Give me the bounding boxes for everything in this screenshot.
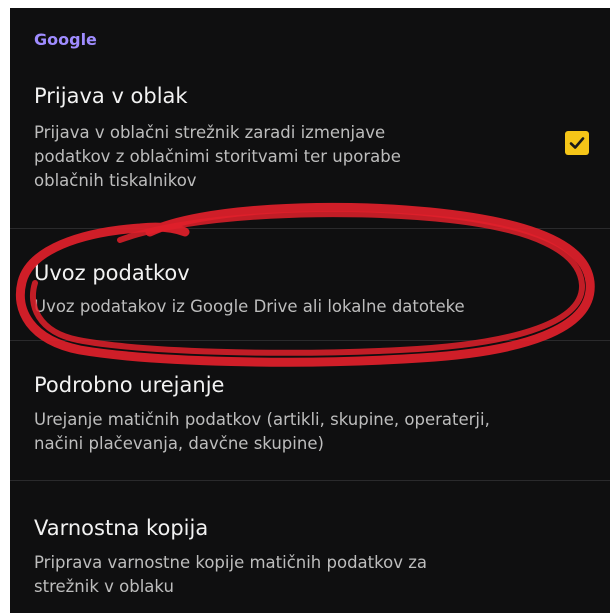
cloud-login-checkbox[interactable] [565, 131, 589, 155]
pref-summary: Priprava varnostne kopije matičnih podat… [34, 551, 427, 599]
pref-title: Uvoz podatkov [34, 261, 190, 285]
pref-backup[interactable]: Varnostna kopija Priprava varnostne kopi… [10, 481, 610, 613]
pref-summary-line: podatkov z oblačnimi storitvami ter upor… [34, 147, 401, 166]
pref-summary-line: strežnik v oblaku [34, 577, 174, 596]
pref-summary-line: Uvoz podatakov iz Google Drive ali lokal… [34, 297, 465, 316]
pref-summary: Prijava v oblačni strežnik zaradi izmenj… [34, 121, 401, 193]
pref-detailed-editing[interactable]: Podrobno urejanje Urejanje matičnih poda… [10, 341, 610, 481]
pref-summary-line: načini plačevanja, davčne skupine) [34, 434, 324, 453]
pref-cloud-login[interactable]: Prijava v oblak Prijava v oblačni strežn… [10, 8, 610, 228]
pref-summary-line: Prijava v oblačni strežnik zaradi izmenj… [34, 123, 386, 142]
pref-title: Varnostna kopija [34, 516, 209, 540]
pref-data-import[interactable]: Uvoz podatkov Uvoz podatakov iz Google D… [10, 229, 610, 339]
pref-title: Podrobno urejanje [34, 373, 225, 397]
checkmark-icon [569, 137, 585, 149]
pref-summary-line: Urejanje matičnih podatkov (artikli, sku… [34, 410, 490, 429]
pref-summary: Uvoz podatakov iz Google Drive ali lokal… [34, 295, 465, 319]
pref-summary-line: oblačnih tiskalnikov [34, 171, 197, 190]
pref-summary-line: Priprava varnostne kopije matičnih podat… [34, 553, 427, 572]
pref-title: Prijava v oblak [34, 84, 188, 108]
pref-summary: Urejanje matičnih podatkov (artikli, sku… [34, 408, 490, 456]
settings-screen: Google Prijava v oblak Prijava v oblačni… [10, 8, 610, 613]
